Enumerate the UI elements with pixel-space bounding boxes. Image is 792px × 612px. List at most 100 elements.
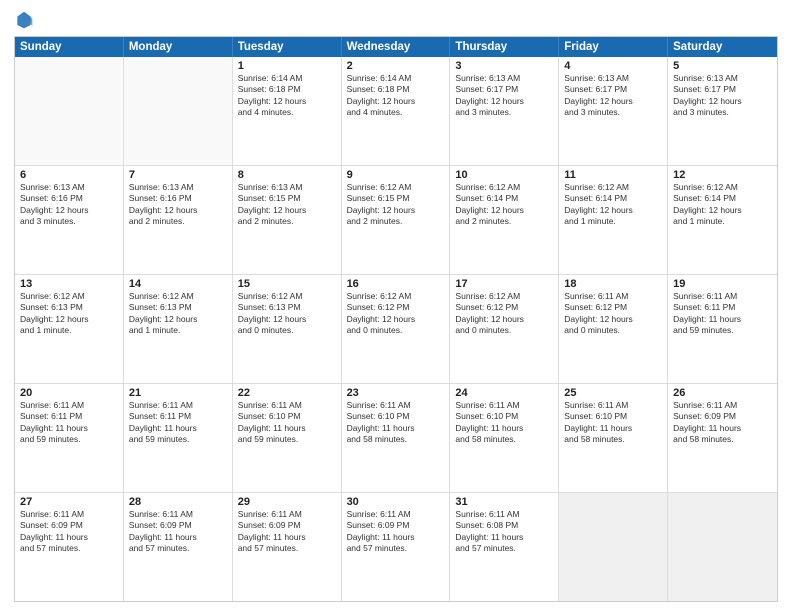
cal-cell-r4-c1: 28Sunrise: 6:11 AMSunset: 6:09 PMDayligh… (124, 493, 233, 601)
cal-cell-r1-c4: 10Sunrise: 6:12 AMSunset: 6:14 PMDayligh… (450, 166, 559, 274)
cell-line: and 58 minutes. (455, 434, 553, 445)
cell-line: Sunrise: 6:12 AM (238, 291, 336, 302)
cell-line: and 59 minutes. (129, 434, 227, 445)
cell-line: Sunset: 6:14 PM (564, 193, 662, 204)
cell-line: Sunset: 6:16 PM (20, 193, 118, 204)
cell-line: and 59 minutes. (238, 434, 336, 445)
day-number: 7 (129, 169, 227, 181)
calendar-row-4: 27Sunrise: 6:11 AMSunset: 6:09 PMDayligh… (15, 493, 777, 601)
calendar: SundayMondayTuesdayWednesdayThursdayFrid… (14, 36, 778, 602)
cell-line: and 1 minute. (20, 325, 118, 336)
cell-line: and 58 minutes. (564, 434, 662, 445)
cell-line: and 3 minutes. (564, 107, 662, 118)
cell-line: Sunrise: 6:12 AM (347, 182, 445, 193)
cell-line: Sunrise: 6:13 AM (129, 182, 227, 193)
cell-line: Daylight: 12 hours (238, 205, 336, 216)
cell-line: Sunset: 6:15 PM (238, 193, 336, 204)
cell-line: and 3 minutes. (455, 107, 553, 118)
weekday-header-friday: Friday (559, 37, 668, 57)
cell-line: Sunset: 6:11 PM (129, 411, 227, 422)
day-number: 24 (455, 387, 553, 399)
cell-line: Daylight: 11 hours (238, 423, 336, 434)
cell-line: Daylight: 12 hours (564, 205, 662, 216)
cell-line: Daylight: 11 hours (347, 423, 445, 434)
cell-line: and 0 minutes. (564, 325, 662, 336)
cell-line: Daylight: 12 hours (673, 205, 772, 216)
cell-line: Daylight: 11 hours (129, 423, 227, 434)
day-number: 27 (20, 496, 118, 508)
day-number: 3 (455, 60, 553, 72)
day-number: 28 (129, 496, 227, 508)
cal-cell-r4-c4: 31Sunrise: 6:11 AMSunset: 6:08 PMDayligh… (450, 493, 559, 601)
cal-cell-r0-c5: 4Sunrise: 6:13 AMSunset: 6:17 PMDaylight… (559, 57, 668, 165)
cal-cell-r1-c2: 8Sunrise: 6:13 AMSunset: 6:15 PMDaylight… (233, 166, 342, 274)
cal-cell-r2-c3: 16Sunrise: 6:12 AMSunset: 6:12 PMDayligh… (342, 275, 451, 383)
day-number: 16 (347, 278, 445, 290)
weekday-header-thursday: Thursday (450, 37, 559, 57)
cell-line: Sunrise: 6:13 AM (455, 73, 553, 84)
cell-line: and 4 minutes. (238, 107, 336, 118)
weekday-header-tuesday: Tuesday (233, 37, 342, 57)
cell-line: Daylight: 12 hours (129, 314, 227, 325)
day-number: 17 (455, 278, 553, 290)
cell-line: Sunrise: 6:11 AM (564, 400, 662, 411)
day-number: 21 (129, 387, 227, 399)
cell-line: Sunset: 6:13 PM (20, 302, 118, 313)
cell-line: Sunrise: 6:11 AM (347, 400, 445, 411)
cell-line: Daylight: 11 hours (238, 532, 336, 543)
cell-line: Sunset: 6:09 PM (347, 520, 445, 531)
cell-line: Sunrise: 6:11 AM (129, 509, 227, 520)
day-number: 8 (238, 169, 336, 181)
cell-line: Sunset: 6:09 PM (20, 520, 118, 531)
cell-line: Sunset: 6:08 PM (455, 520, 553, 531)
cell-line: Sunrise: 6:14 AM (347, 73, 445, 84)
cal-cell-r3-c4: 24Sunrise: 6:11 AMSunset: 6:10 PMDayligh… (450, 384, 559, 492)
cell-line: Sunrise: 6:13 AM (238, 182, 336, 193)
cell-line: Sunset: 6:13 PM (129, 302, 227, 313)
cell-line: Sunset: 6:09 PM (238, 520, 336, 531)
cell-line: Daylight: 12 hours (238, 314, 336, 325)
cal-cell-r3-c6: 26Sunrise: 6:11 AMSunset: 6:09 PMDayligh… (668, 384, 777, 492)
day-number: 9 (347, 169, 445, 181)
cell-line: Sunrise: 6:11 AM (20, 509, 118, 520)
cell-line: and 57 minutes. (129, 543, 227, 554)
cell-line: Daylight: 11 hours (564, 423, 662, 434)
cell-line: Sunrise: 6:13 AM (673, 73, 772, 84)
cell-line: Sunset: 6:10 PM (347, 411, 445, 422)
cell-line: Sunset: 6:14 PM (673, 193, 772, 204)
cell-line: Sunset: 6:14 PM (455, 193, 553, 204)
cal-cell-r3-c5: 25Sunrise: 6:11 AMSunset: 6:10 PMDayligh… (559, 384, 668, 492)
cell-line: Sunrise: 6:11 AM (673, 291, 772, 302)
cal-cell-r0-c3: 2Sunrise: 6:14 AMSunset: 6:18 PMDaylight… (342, 57, 451, 165)
cal-cell-r3-c1: 21Sunrise: 6:11 AMSunset: 6:11 PMDayligh… (124, 384, 233, 492)
cell-line: Sunrise: 6:13 AM (20, 182, 118, 193)
cell-line: Sunrise: 6:11 AM (455, 509, 553, 520)
cell-line: Daylight: 12 hours (455, 205, 553, 216)
logo-icon (14, 10, 34, 30)
cell-line: and 2 minutes. (455, 216, 553, 227)
cell-line: Sunset: 6:17 PM (564, 84, 662, 95)
page: SundayMondayTuesdayWednesdayThursdayFrid… (0, 0, 792, 612)
cell-line: Daylight: 12 hours (673, 96, 772, 107)
day-number: 6 (20, 169, 118, 181)
cell-line: Sunrise: 6:12 AM (455, 291, 553, 302)
cell-line: Daylight: 11 hours (129, 532, 227, 543)
cal-cell-r3-c0: 20Sunrise: 6:11 AMSunset: 6:11 PMDayligh… (15, 384, 124, 492)
cell-line: Sunset: 6:18 PM (238, 84, 336, 95)
cal-cell-r1-c0: 6Sunrise: 6:13 AMSunset: 6:16 PMDaylight… (15, 166, 124, 274)
day-number: 11 (564, 169, 662, 181)
cell-line: and 1 minute. (673, 216, 772, 227)
cell-line: Sunset: 6:10 PM (564, 411, 662, 422)
cal-cell-r2-c0: 13Sunrise: 6:12 AMSunset: 6:13 PMDayligh… (15, 275, 124, 383)
day-number: 5 (673, 60, 772, 72)
cal-cell-r2-c4: 17Sunrise: 6:12 AMSunset: 6:12 PMDayligh… (450, 275, 559, 383)
header (14, 10, 778, 30)
cell-line: Sunset: 6:17 PM (455, 84, 553, 95)
cal-cell-r2-c6: 19Sunrise: 6:11 AMSunset: 6:11 PMDayligh… (668, 275, 777, 383)
calendar-row-0: 1Sunrise: 6:14 AMSunset: 6:18 PMDaylight… (15, 57, 777, 166)
cell-line: Sunrise: 6:11 AM (347, 509, 445, 520)
cell-line: Daylight: 12 hours (129, 205, 227, 216)
day-number: 4 (564, 60, 662, 72)
cell-line: Daylight: 11 hours (673, 314, 772, 325)
cell-line: and 2 minutes. (129, 216, 227, 227)
